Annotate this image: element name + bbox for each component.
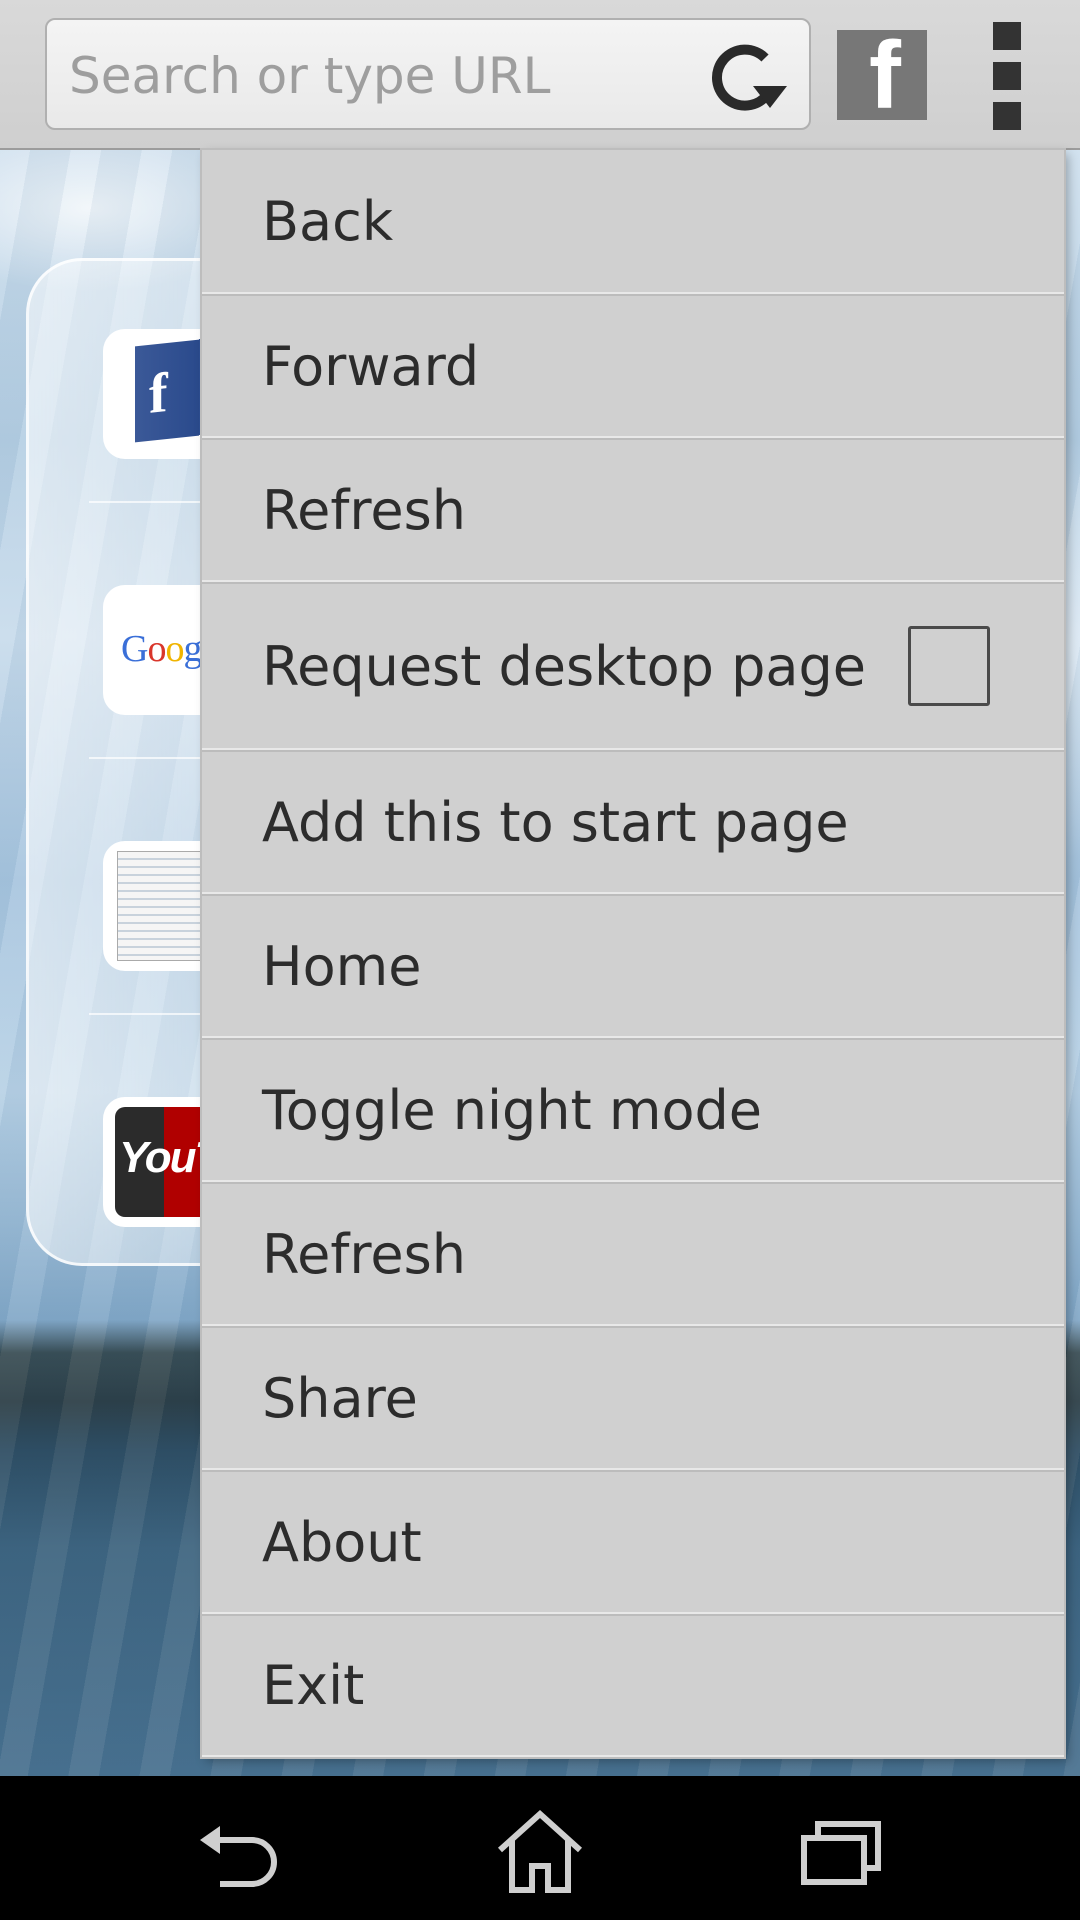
overflow-menu-icon[interactable] — [985, 22, 1029, 130]
menu-item-about[interactable]: About — [202, 1470, 1064, 1614]
desktop-page-checkbox[interactable] — [908, 626, 990, 706]
back-icon[interactable] — [190, 1806, 290, 1896]
url-bar[interactable] — [45, 18, 811, 130]
overflow-dot — [993, 102, 1021, 130]
menu-item-share[interactable]: Share — [202, 1326, 1064, 1470]
facebook-button[interactable]: f — [837, 22, 927, 129]
overflow-menu: Back Forward Refresh Request desktop pag… — [202, 150, 1064, 1757]
menu-item-label: Forward — [262, 334, 480, 398]
home-icon[interactable] — [490, 1806, 590, 1896]
menu-item-label: Exit — [262, 1654, 365, 1717]
browser-toolbar: f — [0, 0, 1080, 150]
reload-icon[interactable] — [703, 42, 789, 114]
overflow-dot — [993, 22, 1021, 50]
menu-item-label: Home — [262, 934, 422, 998]
menu-item-refresh[interactable]: Refresh — [202, 438, 1064, 582]
menu-item-label: Share — [262, 1366, 418, 1430]
menu-item-label: Toggle night mode — [262, 1078, 763, 1142]
menu-item-label: Refresh — [262, 478, 466, 542]
overflow-dot — [993, 62, 1021, 90]
menu-item-label: Request desktop page — [262, 634, 866, 698]
menu-item-label: Back — [262, 189, 394, 253]
facebook-logo-letter: f — [149, 361, 168, 426]
menu-item-forward[interactable]: Forward — [202, 294, 1064, 438]
recent-apps-icon[interactable] — [790, 1806, 890, 1896]
search-input[interactable] — [67, 40, 711, 112]
menu-item-toggle-night-mode[interactable]: Toggle night mode — [202, 1038, 1064, 1182]
menu-item-label: Refresh — [262, 1222, 466, 1286]
menu-item-exit[interactable]: Exit — [202, 1614, 1064, 1757]
menu-item-back[interactable]: Back — [202, 150, 1064, 294]
menu-item-request-desktop-page[interactable]: Request desktop page — [202, 582, 1064, 750]
menu-item-label: About — [262, 1510, 422, 1574]
facebook-icon: f — [869, 22, 901, 129]
system-navigation-bar — [0, 1776, 1080, 1920]
facebook-logo: f — [135, 339, 199, 443]
menu-item-refresh-2[interactable]: Refresh — [202, 1182, 1064, 1326]
menu-item-label: Add this to start page — [262, 790, 849, 854]
menu-item-add-to-start-page[interactable]: Add this to start page — [202, 750, 1064, 894]
menu-item-home[interactable]: Home — [202, 894, 1064, 1038]
